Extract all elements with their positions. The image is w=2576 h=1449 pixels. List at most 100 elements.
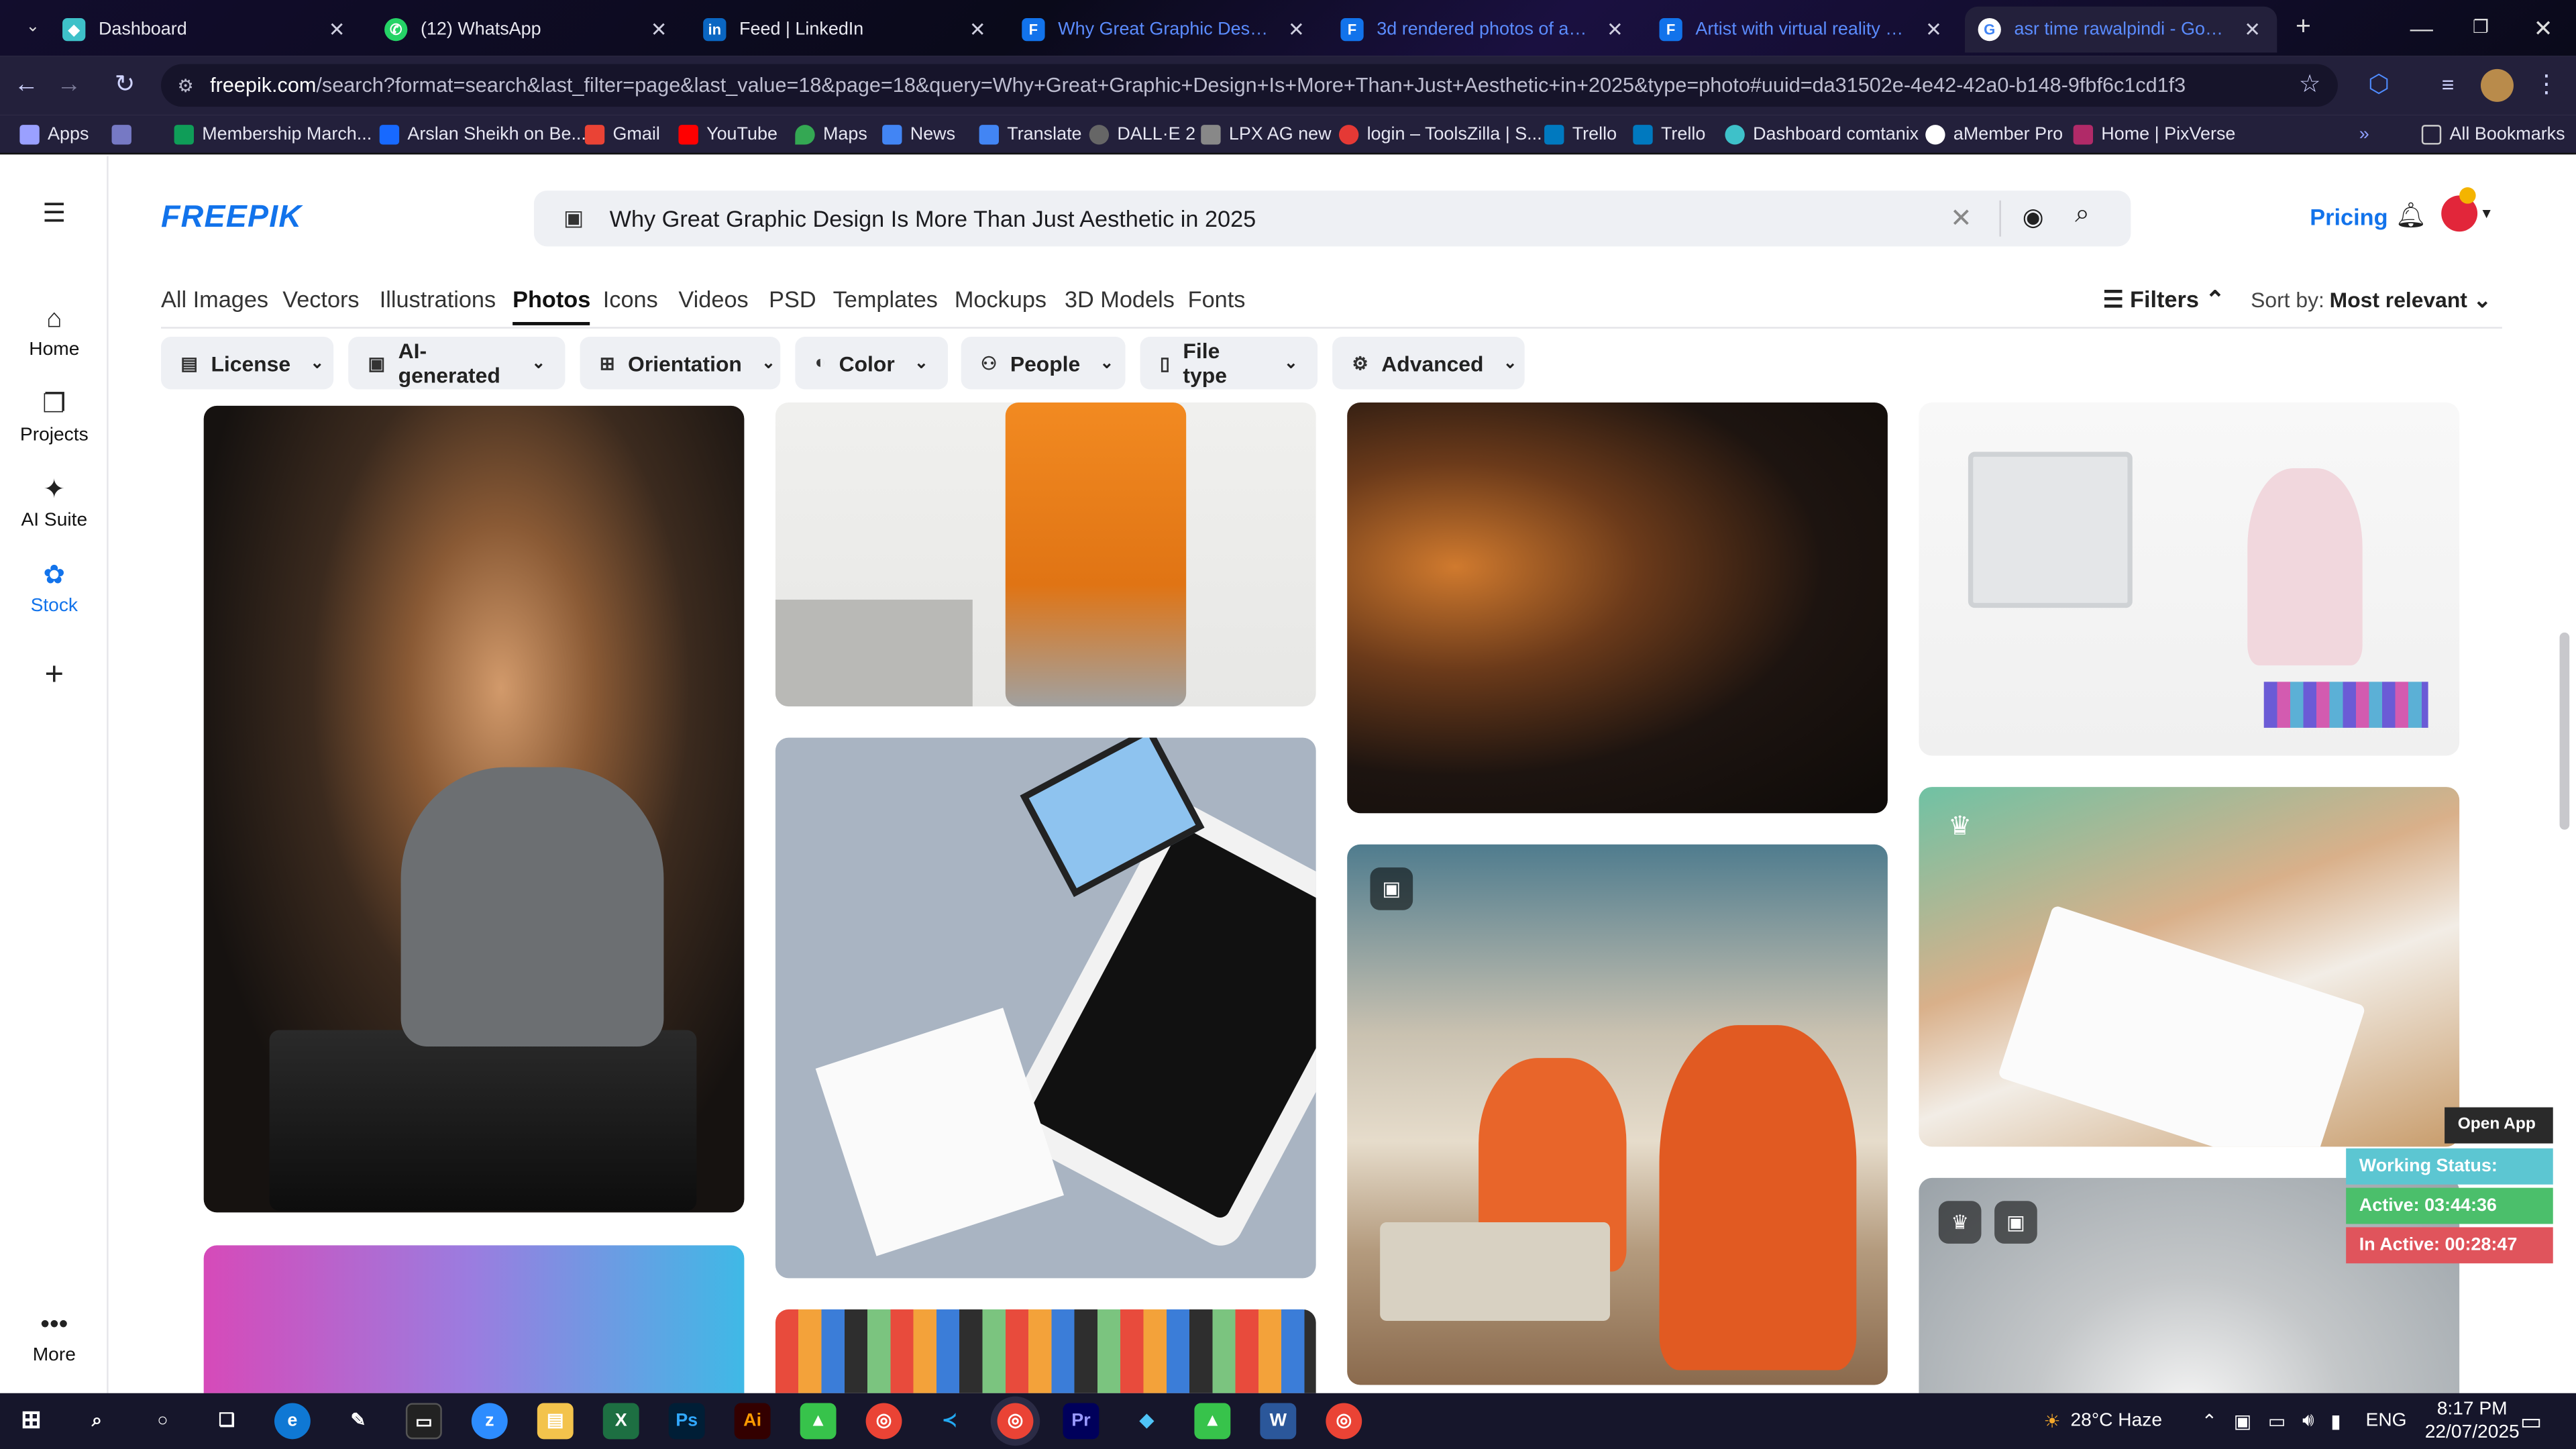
filter-orientation[interactable]: ⊞ Orientation ⌄ (580, 337, 781, 390)
app-icon[interactable]: ◆ (1128, 1403, 1165, 1439)
sort-dropdown[interactable]: Most relevant ⌄ (2330, 288, 2491, 314)
filters-toggle[interactable]: ☰ Filters ⌃ (2103, 286, 2224, 314)
sidebar-add-button[interactable]: + (0, 659, 109, 695)
all-bookmarks-button[interactable]: All Bookmarks (2421, 121, 2565, 148)
bookmark-item[interactable]: Translate (979, 121, 1082, 148)
category-tab-active[interactable]: Photos (513, 286, 591, 325)
app-icon[interactable]: ▲ (1194, 1403, 1231, 1440)
address-bar[interactable]: ⚙ freepik.com/search?format=search&last_… (161, 64, 2338, 107)
close-tab-icon[interactable]: ✕ (647, 18, 670, 41)
result-image-woman-computer[interactable] (1919, 402, 2460, 756)
category-tab[interactable]: All Images (161, 286, 268, 312)
zoom-icon[interactable]: z (471, 1403, 508, 1440)
pricing-link[interactable]: Pricing (2310, 204, 2387, 230)
clock[interactable]: 8:17 PM 22/07/2025 (2425, 1393, 2520, 1449)
result-image-orange-jacket[interactable] (775, 402, 1316, 707)
image-type-icon[interactable]: ▣ (564, 205, 584, 231)
new-tab-button[interactable]: + (2273, 10, 2332, 46)
bookmark-item[interactable]: aMember Pro (1925, 121, 2063, 148)
edge-icon[interactable]: e (274, 1403, 311, 1440)
pen-icon[interactable]: ✎ (340, 1403, 376, 1439)
bookmark-item[interactable]: YouTube (678, 121, 777, 148)
close-tab-icon[interactable]: ✕ (1285, 18, 1307, 41)
filter-people[interactable]: ⚇ People ⌄ (961, 337, 1126, 390)
bookmark-item[interactable]: login – ToolsZilla | S... (1338, 121, 1542, 148)
language-indicator[interactable]: ENG (2366, 1393, 2407, 1449)
result-image-neon-woman[interactable] (203, 1245, 745, 1393)
reload-icon[interactable]: ↻ (109, 69, 142, 102)
sidebar-item-ai-suite[interactable]: ✦ AI Suite (0, 475, 109, 531)
browser-menu-icon[interactable]: ⋮ (2530, 69, 2563, 102)
browser-tab[interactable]: G asr time rawalpindi - Google Se ✕ (1965, 6, 2277, 53)
open-app-button[interactable]: Open App ↗ (2445, 1107, 2553, 1170)
category-tab[interactable]: Vectors (282, 286, 359, 312)
freepik-logo[interactable]: FREEPIK (161, 201, 302, 237)
bookmark-item[interactable]: Maps (795, 121, 867, 148)
profile-avatar[interactable] (2480, 68, 2514, 102)
bookmark-item[interactable]: Trello (1544, 121, 1617, 148)
extension-icon[interactable]: ⬡ (2363, 69, 2396, 102)
bookmark-item[interactable]: LPX AG new (1201, 121, 1332, 148)
bell-icon[interactable]: 🔔︎ (2396, 201, 2427, 230)
chrome-active-icon[interactable]: ◎ (997, 1403, 1034, 1440)
minimize-icon[interactable]: — (2392, 10, 2451, 46)
chrome-icon[interactable]: ◎ (865, 1403, 902, 1440)
close-tab-icon[interactable]: ✕ (966, 18, 989, 41)
category-tab[interactable]: Videos (678, 286, 748, 312)
filter-file-type[interactable]: ▯ File type ⌄ (1140, 337, 1318, 390)
bookmark-apps[interactable]: Apps (19, 121, 89, 148)
search-bar[interactable]: ▣ Why Great Graphic Design Is More Than … (533, 191, 2131, 247)
windows-start-icon[interactable]: ⊞ (13, 1403, 50, 1439)
category-tab[interactable]: Illustrations (380, 286, 496, 312)
result-image-dark-desk[interactable] (1347, 402, 1888, 814)
photoshop-icon[interactable]: Ps (668, 1403, 705, 1440)
bookmark-item[interactable]: News (882, 121, 955, 148)
result-image-color-swatches[interactable] (775, 1309, 1316, 1393)
category-tab[interactable]: 3D Models (1065, 286, 1175, 312)
browser-tab[interactable]: F Why Great Graphic Design Is M ✕ (1009, 7, 1321, 53)
bookmark-item[interactable]: Membership March... (174, 121, 372, 148)
clear-search-icon[interactable]: ✕ (1950, 202, 1972, 235)
sidebar-item-stock[interactable]: ✿ Stock (0, 560, 109, 616)
bookmark-item[interactable]: Gmail (584, 121, 660, 148)
task-view-icon[interactable]: ❏ (209, 1403, 245, 1439)
result-image-orange-suits[interactable]: ▣ (1347, 844, 1888, 1385)
illustrator-icon[interactable]: Ai (734, 1403, 771, 1440)
system-tray[interactable]: ⌃ ▣ ▭ 🔊︎ ▮ (2202, 1393, 2341, 1449)
page-scrollbar[interactable] (2559, 632, 2570, 830)
search-icon[interactable]: ⌕ (2075, 201, 2090, 230)
sidebar-menu-button[interactable]: ☰ (0, 199, 109, 235)
close-tab-icon[interactable]: ✕ (2241, 18, 2263, 41)
category-tab[interactable]: PSD (769, 286, 816, 312)
close-tab-icon[interactable]: ✕ (1603, 18, 1626, 41)
notification-icon[interactable]: ▭ (2520, 1393, 2542, 1449)
browser-tab[interactable]: ◆ Dashboard ✕ (49, 7, 361, 53)
bookmark-star-icon[interactable]: ☆ (2294, 69, 2326, 102)
category-tab[interactable]: Mockups (955, 286, 1046, 312)
site-info-icon[interactable]: ⚙ (177, 74, 193, 96)
sidebar-item-home[interactable]: ⌂ Home (0, 304, 109, 360)
filter-ai-generated[interactable]: ▣ AI-generated ⌄ (348, 337, 566, 390)
chevron-down-icon[interactable]: ▾ (2482, 205, 2490, 223)
bookmark-item[interactable]: DALL·E 2 (1089, 121, 1195, 148)
vscode-icon[interactable]: ≺ (932, 1403, 968, 1439)
app-icon[interactable]: ▲ (800, 1403, 837, 1440)
result-image-sketchbook[interactable]: ♛ (1919, 787, 2460, 1147)
restore-icon[interactable]: ❐ (2451, 10, 2510, 46)
sidebar-item-more[interactable]: ••• More (0, 1309, 109, 1365)
weather-widget[interactable]: ☀ 28°C Haze (2044, 1393, 2162, 1449)
camera-search-icon[interactable]: ◉ (2023, 202, 2044, 232)
bookmark-tab-groups[interactable] (111, 121, 131, 148)
cortana-icon[interactable]: ○ (145, 1403, 181, 1439)
filter-license[interactable]: ▤ License ⌄ (161, 337, 334, 390)
back-icon[interactable]: ← (10, 69, 43, 102)
excel-icon[interactable]: X (602, 1403, 639, 1440)
search-input[interactable]: Why Great Graphic Design Is More Than Ju… (610, 205, 1256, 231)
chrome-icon[interactable]: ◎ (1326, 1403, 1362, 1440)
result-image-flatlay-tablet[interactable] (775, 737, 1316, 1279)
file-explorer-icon[interactable]: ▤ (537, 1403, 574, 1440)
premiere-icon[interactable]: Pr (1063, 1403, 1099, 1440)
bookmark-item[interactable]: Trello (1633, 121, 1705, 148)
media-controls-icon[interactable]: ≡ (2432, 69, 2465, 102)
word-icon[interactable]: W (1260, 1403, 1297, 1440)
